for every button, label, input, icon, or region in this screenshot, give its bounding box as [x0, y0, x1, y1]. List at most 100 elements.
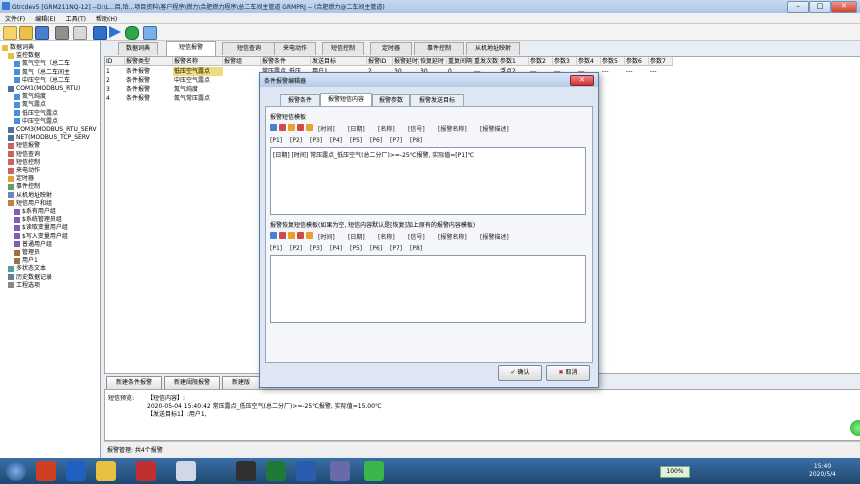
- alarm-param-token[interactable]: [P5]: [350, 137, 362, 144]
- floating-assistant-icon[interactable]: [850, 420, 860, 436]
- taskbar-browser-icon[interactable]: [66, 461, 86, 481]
- recovery-param-token[interactable]: [P7]: [390, 245, 402, 252]
- taskbar-folder-icon[interactable]: [96, 461, 116, 481]
- save-icon[interactable]: [35, 26, 49, 40]
- recovery-field-token[interactable]: [报警名称]: [438, 232, 467, 241]
- alarm-field-token[interactable]: [日期]: [348, 124, 365, 133]
- menu-edit[interactable]: 编辑(E): [30, 13, 60, 24]
- insert-icon[interactable]: [270, 232, 277, 239]
- recovery-param-token[interactable]: [P5]: [350, 245, 362, 252]
- column-header[interactable]: 报警延时: [393, 57, 419, 66]
- alarm-field-token[interactable]: [报警名称]: [438, 124, 467, 133]
- paste-icon[interactable]: [306, 232, 313, 239]
- column-header[interactable]: ID: [105, 57, 125, 66]
- column-header[interactable]: 报警类型: [125, 57, 173, 66]
- download-icon[interactable]: [125, 26, 139, 40]
- column-header[interactable]: 报警名称: [173, 57, 223, 66]
- maximize-button[interactable]: □: [809, 1, 831, 13]
- document-icon[interactable]: [73, 26, 87, 40]
- confirm-button[interactable]: ✔ 确认: [498, 365, 542, 381]
- taskbar-media-icon[interactable]: [136, 461, 156, 481]
- recovery-field-token[interactable]: [信号]: [408, 232, 425, 241]
- alarm-param-token[interactable]: [P4]: [330, 137, 342, 144]
- recovery-field-token[interactable]: [时间]: [318, 232, 335, 241]
- tab-slave-mapping[interactable]: 从机地址映射: [466, 42, 520, 55]
- recovery-param-token[interactable]: [P1]: [270, 245, 282, 252]
- tab-incoming-call[interactable]: 来电动作: [274, 42, 316, 55]
- taskbar-terminal-icon[interactable]: [236, 461, 256, 481]
- edit-icon[interactable]: [288, 124, 295, 131]
- alarm-field-token[interactable]: [报警描述]: [480, 124, 509, 133]
- menu-help[interactable]: 帮助(H): [91, 13, 122, 24]
- taskbar-excel-icon[interactable]: [266, 461, 286, 481]
- column-header[interactable]: 重发次数: [473, 57, 499, 66]
- insert-icon[interactable]: [270, 124, 277, 131]
- column-header[interactable]: 报警条件: [261, 57, 311, 66]
- recovery-param-token[interactable]: [P6]: [370, 245, 382, 252]
- cancel-button[interactable]: ✖ 取消: [546, 365, 590, 381]
- new-condition-alarm-button[interactable]: 新建条件报警: [106, 376, 162, 390]
- column-header[interactable]: 参数4: [577, 57, 601, 66]
- run-icon[interactable]: [109, 26, 121, 38]
- delete-icon[interactable]: [279, 124, 286, 131]
- new-state-alarm-button[interactable]: 新建版: [222, 376, 260, 390]
- column-header[interactable]: 参数2: [529, 57, 553, 66]
- column-header[interactable]: 发送目标: [311, 57, 367, 66]
- menu-tools[interactable]: 工具(T): [61, 13, 91, 24]
- taskbar-word-icon[interactable]: [296, 461, 316, 481]
- alarm-param-token[interactable]: [P7]: [390, 137, 402, 144]
- grid-icon[interactable]: [93, 26, 107, 40]
- taskbar-app1-icon[interactable]: [36, 461, 56, 481]
- tree-item[interactable]: 工程选项: [8, 281, 40, 290]
- alarm-param-token[interactable]: [P6]: [370, 137, 382, 144]
- tab-timer[interactable]: 定时器: [370, 42, 412, 55]
- tab-sms-alarm[interactable]: 短信报警: [166, 41, 216, 56]
- minimize-button[interactable]: –: [787, 1, 809, 13]
- column-header[interactable]: 恢复延时: [419, 57, 447, 66]
- start-icon[interactable]: [6, 461, 26, 481]
- column-header[interactable]: 报警ID: [367, 57, 393, 66]
- clock[interactable]: 15:40 2020/5/4: [809, 463, 836, 479]
- alarm-template-textarea[interactable]: [日期] [时间] 常压露点_低压空气(总二分厂)>=-25℃报警, 实际值=[…: [270, 147, 586, 215]
- monitor-icon[interactable]: [143, 26, 157, 40]
- recovery-param-token[interactable]: [P3]: [310, 245, 322, 252]
- column-header[interactable]: 参数5: [601, 57, 625, 66]
- column-header[interactable]: 重复间隔: [447, 57, 473, 66]
- recovery-field-token[interactable]: [报警描述]: [480, 232, 509, 241]
- alarm-param-token[interactable]: [P1]: [270, 137, 282, 144]
- recovery-template-textarea[interactable]: [270, 255, 586, 323]
- alarm-param-token[interactable]: [P2]: [290, 137, 302, 144]
- tool-icon[interactable]: [55, 26, 69, 40]
- cut-icon[interactable]: [297, 232, 304, 239]
- new-file-icon[interactable]: [3, 26, 17, 40]
- recovery-param-token[interactable]: [P2]: [290, 245, 302, 252]
- tab-data-dictionary[interactable]: 数据词典: [118, 42, 158, 55]
- tab-event-control[interactable]: 事件控制: [414, 42, 464, 55]
- close-button[interactable]: ✕: [831, 1, 857, 13]
- taskbar-app-icon[interactable]: [176, 461, 196, 481]
- column-header[interactable]: 参数3: [553, 57, 577, 66]
- tab-sms-query[interactable]: 短信查询: [222, 42, 276, 55]
- edit-icon[interactable]: [288, 232, 295, 239]
- menu-file[interactable]: 文件(F): [0, 13, 30, 24]
- column-header[interactable]: 报警组: [223, 57, 261, 66]
- paste-icon[interactable]: [306, 124, 313, 131]
- recovery-param-token[interactable]: [P4]: [330, 245, 342, 252]
- tab-sms-control[interactable]: 短信控制: [322, 42, 364, 55]
- taskbar-wechat-icon[interactable]: [364, 461, 384, 481]
- recovery-field-token[interactable]: [名称]: [378, 232, 395, 241]
- recovery-field-token[interactable]: [日期]: [348, 232, 365, 241]
- dialog-close-button[interactable]: ✕: [570, 75, 594, 86]
- alarm-param-token[interactable]: [P8]: [410, 137, 422, 144]
- column-header[interactable]: 参数1: [499, 57, 529, 66]
- new-threshold-alarm-button[interactable]: 新建阈限报警: [164, 376, 220, 390]
- alarm-param-token[interactable]: [P3]: [310, 137, 322, 144]
- open-folder-icon[interactable]: [19, 26, 33, 40]
- cut-icon[interactable]: [297, 124, 304, 131]
- column-header[interactable]: 参数7: [649, 57, 673, 66]
- alarm-field-token[interactable]: [信号]: [408, 124, 425, 133]
- column-header[interactable]: 参数6: [625, 57, 649, 66]
- alarm-field-token[interactable]: [名称]: [378, 124, 395, 133]
- delete-icon[interactable]: [279, 232, 286, 239]
- alarm-field-token[interactable]: [时间]: [318, 124, 335, 133]
